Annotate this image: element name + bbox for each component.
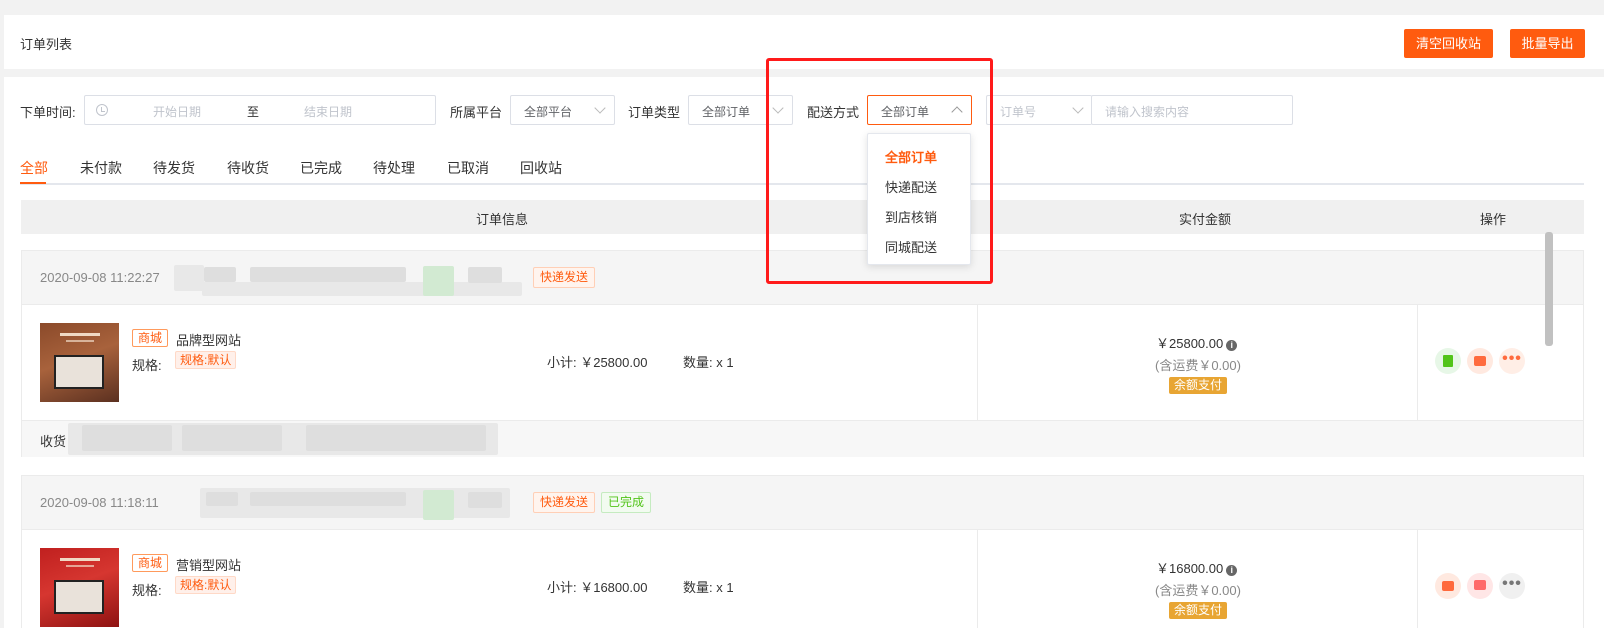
- quantity: 数量: x 1: [683, 355, 734, 370]
- freight-note: (含运费￥0.00): [1155, 583, 1241, 598]
- search-input[interactable]: 请输入搜索内容: [1091, 95, 1293, 125]
- more-button[interactable]: •••: [1499, 573, 1525, 599]
- order-card: 2020-09-08 11:18:11 快递发送 已完成 商城 营销型网站 规格…: [21, 475, 1584, 628]
- chevron-down-icon: [1072, 102, 1084, 114]
- clipboard-check-icon: [1443, 355, 1453, 367]
- order-item-row: 商城 品牌型网站 规格: 规格:默认 小计: ￥25800.00 数量: x 1…: [22, 305, 1583, 421]
- shop-tag: 商城: [132, 329, 169, 347]
- freight-note: (含运费￥0.00): [1155, 358, 1241, 373]
- scrollbar-thumb[interactable]: [1545, 232, 1553, 346]
- more-icon: •••: [1502, 350, 1522, 367]
- tab-all[interactable]: 全部: [20, 158, 48, 178]
- col-paid-amount: 实付金额: [1179, 212, 1232, 227]
- search-field-value: 订单号: [1000, 105, 1037, 119]
- column-divider: [977, 530, 978, 628]
- message-button[interactable]: [1467, 573, 1493, 599]
- date-separator: 至: [247, 105, 260, 119]
- batch-export-button[interactable]: 批量导出: [1510, 29, 1585, 58]
- printer-icon: [1474, 356, 1486, 366]
- clock-icon: [96, 104, 108, 116]
- order-header: 2020-09-08 11:18:11 快递发送 已完成: [22, 476, 1583, 530]
- spec-label: 规格:: [132, 358, 162, 373]
- blurred-content: [250, 267, 406, 282]
- order-time-label: 下单时间:: [20, 105, 76, 120]
- tab-completed[interactable]: 已完成: [300, 158, 342, 178]
- search-field-select[interactable]: 订单号: [986, 95, 1092, 125]
- more-icon: •••: [1502, 575, 1522, 592]
- paid-amount: ￥16800.00 i: [1156, 558, 1238, 577]
- print-button[interactable]: [1467, 348, 1493, 374]
- blurred-content: [206, 492, 238, 506]
- status-tag: 已完成: [601, 492, 652, 513]
- product-name[interactable]: 营销型网站: [176, 555, 241, 574]
- active-tab-indicator: [20, 182, 46, 184]
- tab-cancelled[interactable]: 已取消: [447, 158, 489, 178]
- column-divider: [1417, 530, 1418, 628]
- end-date-input[interactable]: 结束日期: [304, 103, 352, 120]
- product-thumbnail: [40, 323, 119, 402]
- platform-label: 所属平台: [450, 105, 503, 120]
- order-type-select-value: 全部订单: [702, 105, 751, 119]
- blurred-content: [82, 425, 172, 451]
- blurred-content: [202, 282, 522, 296]
- info-icon[interactable]: i: [1226, 340, 1238, 351]
- platform-select[interactable]: 全部平台: [510, 95, 615, 125]
- blurred-content: [250, 492, 406, 506]
- receiver-label: 收货: [40, 434, 67, 449]
- shop-tag: 商城: [132, 554, 169, 572]
- col-actions: 操作: [1480, 212, 1507, 227]
- start-date-input[interactable]: 开始日期: [153, 103, 201, 120]
- address-row: 收货: [22, 421, 1583, 457]
- order-item-row: 商城 营销型网站 规格: 规格:默认 小计: ￥16800.00 数量: x 1…: [22, 530, 1583, 628]
- printer-icon: [1442, 581, 1454, 591]
- blurred-content: [423, 490, 454, 520]
- pay-method-tag: 余额支付: [1169, 377, 1228, 394]
- subtotal: 小计: ￥25800.00: [547, 355, 648, 370]
- pay-method-tag: 余额支付: [1169, 602, 1228, 619]
- chat-icon: [1474, 580, 1486, 590]
- highlight-annotation: [766, 58, 993, 284]
- chevron-down-icon: [594, 102, 606, 114]
- search-placeholder: 请输入搜索内容: [1105, 105, 1190, 119]
- blurred-content: [174, 265, 204, 291]
- clipboard-check-button[interactable]: [1435, 348, 1461, 374]
- page-title: 订单列表: [20, 37, 73, 52]
- platform-select-value: 全部平台: [524, 105, 573, 119]
- column-divider: [977, 305, 978, 421]
- quantity: 数量: x 1: [683, 580, 734, 595]
- blurred-content: [468, 267, 502, 283]
- blurred-content: [204, 267, 236, 282]
- tab-to-receive[interactable]: 待收货: [227, 158, 269, 178]
- order-time: 2020-09-08 11:18:11: [40, 495, 159, 510]
- print-button[interactable]: [1435, 573, 1461, 599]
- date-range-picker[interactable]: 开始日期 至 结束日期: [84, 95, 436, 125]
- product-name[interactable]: 品牌型网站: [176, 330, 241, 349]
- tab-recycle-bin[interactable]: 回收站: [520, 158, 562, 178]
- product-thumbnail: [40, 548, 119, 627]
- col-order-info: 订单信息: [476, 212, 529, 227]
- blurred-content: [423, 266, 454, 296]
- tab-pending[interactable]: 待处理: [373, 158, 415, 178]
- paid-amount-value: ￥16800.00: [1156, 561, 1224, 576]
- blurred-content: [306, 425, 486, 451]
- column-divider: [1417, 305, 1418, 421]
- tab-to-ship[interactable]: 待发货: [153, 158, 195, 178]
- blurred-content: [182, 425, 282, 451]
- delivery-tag: 快递发送: [533, 492, 596, 513]
- order-time: 2020-09-08 11:22:27: [40, 270, 160, 285]
- spec-label: 规格:: [132, 583, 162, 598]
- paid-amount: ￥25800.00 i: [1156, 333, 1238, 352]
- subtotal: 小计: ￥16800.00: [547, 580, 648, 595]
- spec-tag: 规格:默认: [175, 576, 237, 594]
- blurred-content: [468, 492, 502, 508]
- info-icon[interactable]: i: [1226, 565, 1238, 576]
- clear-recycle-button[interactable]: 清空回收站: [1404, 29, 1493, 58]
- spec-tag: 规格:默认: [175, 351, 237, 369]
- delivery-tag: 快递发送: [533, 267, 596, 288]
- more-button[interactable]: •••: [1499, 348, 1525, 374]
- tab-unpaid[interactable]: 未付款: [80, 158, 122, 178]
- order-type-label: 订单类型: [628, 105, 681, 120]
- paid-amount-value: ￥25800.00: [1156, 336, 1224, 351]
